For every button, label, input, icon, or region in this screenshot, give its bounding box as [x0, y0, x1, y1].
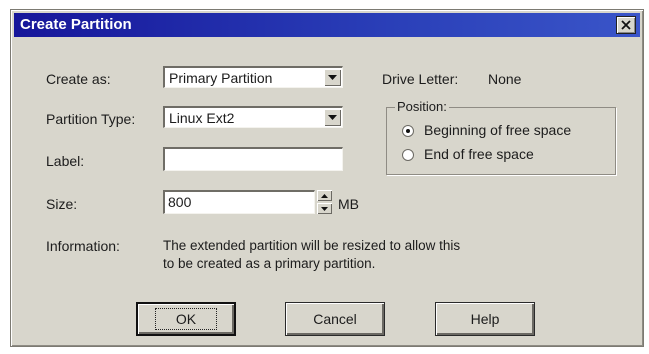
cancel-button-label: Cancel: [313, 311, 357, 327]
drive-letter-label: Drive Letter:: [382, 71, 459, 87]
partition-type-label: Partition Type:: [46, 111, 136, 127]
cancel-button[interactable]: Cancel: [285, 302, 385, 336]
position-group-label: Position:: [395, 99, 449, 114]
size-input[interactable]: 800: [163, 190, 315, 214]
label-field-label: Label:: [46, 153, 85, 169]
close-button[interactable]: [616, 16, 636, 34]
partition-type-select[interactable]: Linux Ext2: [163, 106, 343, 128]
create-as-select[interactable]: Primary Partition: [163, 66, 343, 88]
title-bar[interactable]: Create Partition: [14, 13, 640, 37]
information-line-1: The extended partition will be resized t…: [163, 238, 461, 253]
size-increment-button[interactable]: [317, 190, 332, 201]
dialog-title: Create Partition: [20, 16, 132, 33]
partition-type-dropdown-button[interactable]: [324, 109, 341, 126]
ok-button[interactable]: OK: [136, 302, 236, 336]
label-input[interactable]: [163, 147, 343, 171]
radio-beginning-label[interactable]: Beginning of free space: [424, 122, 571, 138]
create-as-dropdown-button[interactable]: [324, 69, 341, 86]
chevron-down-icon: [328, 114, 337, 120]
radio-beginning-of-free-space[interactable]: [402, 125, 414, 137]
size-stepper[interactable]: [317, 190, 332, 214]
chevron-down-icon: [328, 74, 337, 80]
radio-end-label[interactable]: End of free space: [424, 146, 534, 162]
size-unit: MB: [338, 196, 359, 212]
radio-end-of-free-space[interactable]: [402, 149, 414, 161]
size-decrement-button[interactable]: [317, 203, 332, 214]
create-as-label: Create as:: [46, 71, 111, 87]
information-label: Information:: [46, 238, 120, 254]
arrow-down-icon: [321, 206, 328, 211]
information-line-2: to be created as a primary partition.: [163, 256, 376, 271]
arrow-up-icon: [321, 193, 328, 198]
help-button-label: Help: [470, 311, 500, 327]
help-button[interactable]: Help: [435, 302, 535, 336]
close-icon: [621, 20, 631, 30]
drive-letter-value: None: [488, 71, 522, 87]
size-label: Size:: [46, 196, 78, 212]
position-group: Position: Beginning of free space End of…: [386, 99, 616, 175]
create-partition-dialog: Create Partition Create as: Primary Part…: [10, 9, 644, 347]
ok-button-label: OK: [154, 308, 218, 330]
partition-type-value: Linux Ext2: [169, 110, 235, 126]
create-as-value: Primary Partition: [169, 70, 273, 86]
